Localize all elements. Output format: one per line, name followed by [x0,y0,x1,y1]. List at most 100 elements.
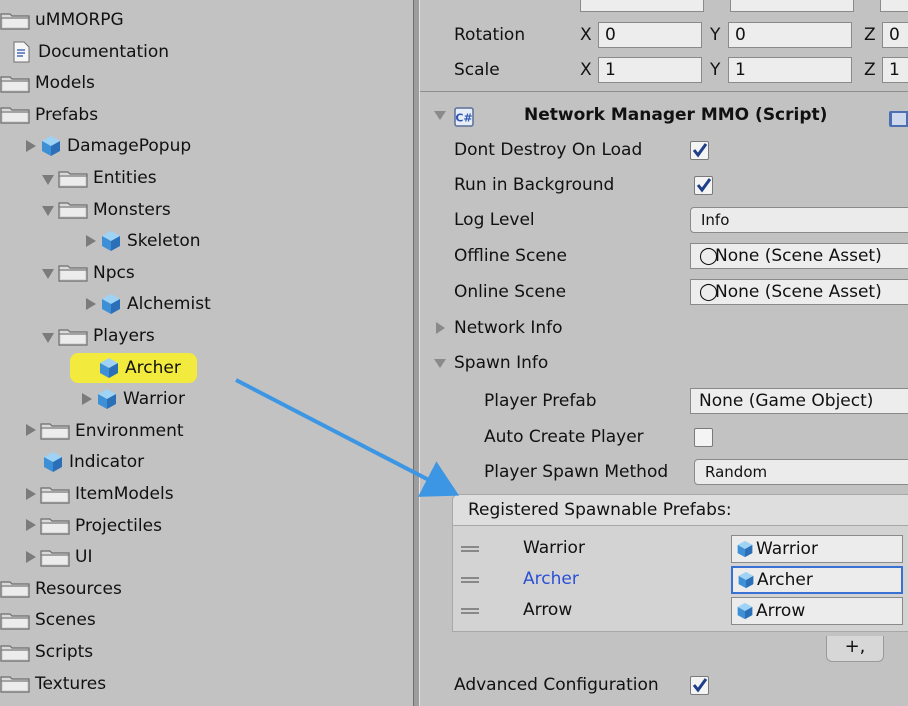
tree-item-prefabs[interactable]: Prefabs [0,101,98,129]
component-foldout-arrow[interactable] [434,109,446,121]
tree-item-ummorpg[interactable]: uMMORPG [0,6,124,34]
project-tree-panel: uMMORPG Documentation Models Prefabs DamageP… [0,0,413,706]
scale-y-axis-label[interactable]: Y [710,53,720,87]
scale-z-axis-label[interactable]: Z [864,53,876,87]
log-level-dropdown[interactable]: Info [690,207,908,233]
chevron-right-icon[interactable] [24,139,37,153]
tree-item-npcs[interactable]: Npcs [42,259,135,287]
drag-handle-icon[interactable] [461,577,479,583]
tree-item-entities[interactable]: Entities [42,164,157,192]
registered-prefab-row[interactable]: Arrow Arrow [453,594,908,626]
registered-prefab-field[interactable]: Archer [731,566,903,594]
folder-icon [0,105,30,124]
spawn-info-label[interactable]: Spawn Info [454,346,548,380]
prefab-cube-icon [100,230,122,252]
offline-scene-label: Offline Scene [454,246,568,266]
spawn-info-foldout[interactable]: Spawn Info [420,346,908,380]
offline-scene-field[interactable]: ◯None (Scene Asset) [690,243,908,269]
chevron-down-icon[interactable] [42,330,55,343]
chevron-right-icon[interactable] [434,322,446,334]
tree-item-indicator[interactable]: Indicator [42,448,144,476]
auto-create-checkbox[interactable] [694,428,713,447]
registered-prefab-value: Archer [757,570,813,590]
run-in-background-row: Run in Background [420,168,908,202]
registered-prefab-row[interactable]: Archer Archer [453,563,908,595]
scale-x-axis-label[interactable]: X [580,53,592,87]
tree-item-scenes[interactable]: Scenes [0,606,96,634]
add-prefab-button[interactable]: +, [826,636,884,662]
tree-item-alchemist[interactable]: Alchemist [84,290,211,318]
tree-item-environment[interactable]: Environment [24,417,184,445]
chevron-down-icon[interactable] [42,266,55,280]
chevron-down-icon[interactable] [434,357,446,369]
registered-prefab-value: Warrior [756,539,818,559]
scale-y-field[interactable]: 1 [728,57,852,83]
tree-item-projectiles[interactable]: Projectiles [24,512,162,540]
drag-handle-icon[interactable] [461,546,479,552]
chevron-right-icon[interactable] [24,424,37,437]
rotation-x-field[interactable]: 0 [598,22,702,48]
rotation-z-field[interactable]: 0 [882,22,908,48]
position-x-field[interactable] [580,0,704,12]
advanced-configuration-checkbox[interactable] [690,676,709,695]
tree-item-label: Monsters [93,199,171,220]
position-y-field[interactable] [730,0,854,12]
tree-item-label: Players [93,326,155,346]
registered-prefab-name: Arrow [523,600,573,620]
document-icon [12,41,30,63]
network-info-foldout[interactable]: Network Info [420,311,908,345]
chevron-down-icon[interactable] [42,172,55,185]
scale-z-field[interactable]: 1 [882,57,908,83]
chevron-right-icon[interactable] [24,550,37,564]
player-prefab-field[interactable]: None (Game Object) [690,388,908,414]
component-header[interactable]: C# Network Manager MMO (Script) [420,98,908,132]
tree-item-label: DamagePopup [67,136,192,157]
spawn-method-dropdown[interactable]: Random [694,459,908,485]
tree-item-skeleton[interactable]: Skeleton [84,227,201,255]
chevron-right-icon[interactable] [84,234,97,248]
run-in-background-checkbox[interactable] [694,176,713,195]
tree-item-damagepopup[interactable]: DamagePopup [24,132,191,160]
online-scene-value: None (Scene Asset) [715,282,882,302]
chevron-right-icon[interactable] [24,519,37,532]
registered-prefab-row[interactable]: Warrior Warrior [453,532,908,564]
tree-item-monsters[interactable]: Monsters [42,196,171,224]
network-info-label[interactable]: Network Info [454,311,563,345]
tree-item-archer[interactable]: Archer [70,352,197,383]
position-z-field[interactable] [880,0,908,12]
tree-item-textures[interactable]: Textures [0,670,106,698]
rotation-y-field[interactable]: 0 [728,22,852,48]
tree-item-players[interactable]: Players [42,322,155,350]
tree-item-label: Warrior [123,389,185,410]
tree-item-resources[interactable]: Resources [0,575,122,603]
dont-destroy-label: Dont Destroy On Load [454,140,643,160]
scale-x-field[interactable]: 1 [598,57,702,83]
tree-item-label: Documentation [38,41,170,62]
tree-item-warrior[interactable]: Warrior [80,385,185,413]
tree-item-itemmodels[interactable]: ItemModels [24,480,174,508]
chevron-right-icon[interactable] [24,487,37,501]
chevron-down-icon[interactable] [42,203,55,217]
dont-destroy-checkbox[interactable] [690,141,709,160]
drag-handle-icon[interactable] [461,608,479,614]
panel-splitter[interactable] [413,0,420,706]
help-book-icon[interactable] [888,106,908,127]
chevron-right-icon[interactable] [84,297,97,311]
registered-prefab-field[interactable]: Warrior [731,535,903,563]
registered-prefabs-header: Registered Spawnable Prefabs: [452,494,908,526]
registered-prefab-field[interactable]: Arrow [731,597,903,625]
folder-icon [58,263,88,282]
chevron-right-icon[interactable] [80,392,93,406]
online-scene-row: Online Scene ◯None (Scene Asset) [420,275,908,309]
tree-item-ui[interactable]: UI [24,543,92,571]
tree-item-scripts[interactable]: Scripts [0,638,93,666]
tree-item-models[interactable]: Models [0,69,95,97]
rotation-y-axis-label[interactable]: Y [710,18,720,52]
online-scene-field[interactable]: ◯None (Scene Asset) [690,279,908,305]
folder-icon [58,200,88,219]
tree-item-documentation[interactable]: Documentation [12,38,169,66]
tree-item-label: Entities [93,168,157,188]
prefab-cube-icon [96,388,118,410]
rotation-z-axis-label[interactable]: Z [864,18,876,52]
rotation-x-axis-label[interactable]: X [580,18,592,52]
